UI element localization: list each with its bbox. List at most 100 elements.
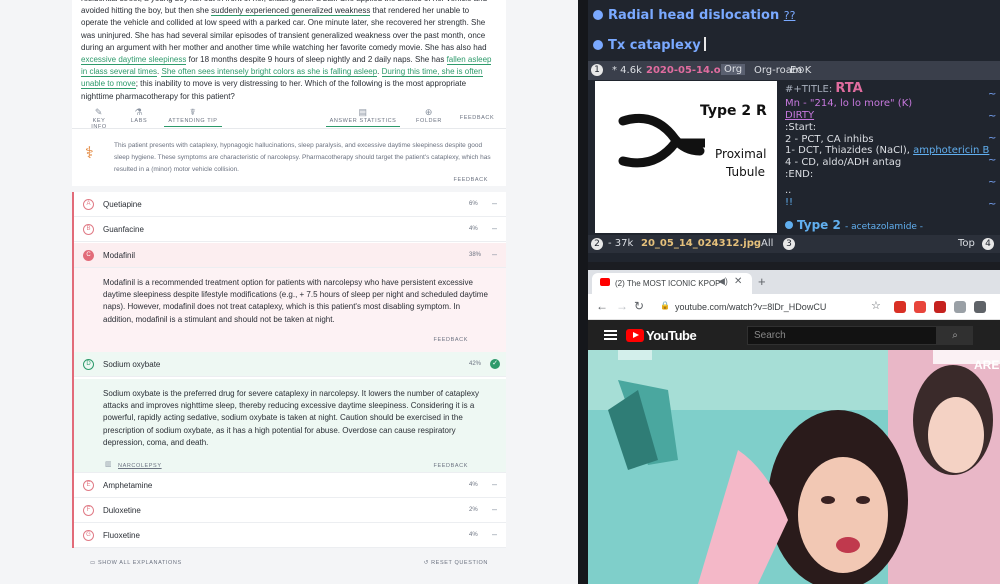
- collapse-icon[interactable]: –: [492, 223, 497, 233]
- extension-icon[interactable]: [974, 301, 986, 313]
- address-bar[interactable]: 🔒 youtube.com/watch?v=8lDr_HDowCU: [651, 298, 861, 316]
- flask-icon: ⚗: [134, 107, 144, 117]
- chat-icon: ▭: [90, 560, 98, 566]
- image-buffer: Type 2 R Proximal Tubule: [595, 81, 777, 233]
- collapse-icon[interactable]: –: [492, 529, 497, 539]
- reset-question-button[interactable]: ↺ RESET QUESTION: [424, 560, 488, 566]
- question-footer: ▭ SHOW ALL EXPLANATIONS ↺ RESET QUESTION: [72, 556, 506, 574]
- lock-icon: 🔒: [660, 301, 670, 310]
- answer-option-d[interactable]: D Sodium oxybate 42% ✓: [74, 352, 506, 377]
- fringe-tilde: ~: [988, 89, 997, 100]
- question-stem: residential street, a young boy ran out …: [81, 0, 495, 103]
- extension-icon[interactable]: [914, 301, 926, 313]
- plus-icon: ⊕: [424, 107, 434, 117]
- window-divider[interactable]: [578, 0, 588, 584]
- attending-tip-text: This patient presents with cataplexy, hy…: [114, 142, 491, 174]
- stem-segment: ; this inability to move is very distres…: [81, 79, 467, 101]
- answer-option-b[interactable]: B Guanfacine 4% –: [74, 217, 506, 242]
- org-buffer: #+TITLE: RTA Mn - "214, lo lo more" (K) …: [785, 81, 997, 234]
- collapse-icon[interactable]: –: [492, 198, 497, 208]
- emacs-window: Radial head dislocation ?? Tx cataplexy …: [588, 0, 1000, 262]
- labs-button[interactable]: ⚗ LABS: [128, 107, 150, 124]
- reload-icon[interactable]: ↻: [634, 299, 644, 313]
- explanation-feedback-link[interactable]: FEEDBACK: [434, 334, 468, 346]
- bullet-icon: [593, 40, 603, 50]
- star-icon[interactable]: ☆: [871, 299, 881, 312]
- doctor-icon: ☤: [189, 107, 197, 117]
- collapse-icon[interactable]: –: [492, 504, 497, 514]
- answer-list: A Quetiapine 6% – B Guanfacine 4% – C Mo…: [72, 192, 506, 548]
- emacs-modeline-top: 1 * 4.6k 2020-05-14.org Org Org-roam E⊛K: [588, 61, 1000, 80]
- org-heading-cataplexy[interactable]: Tx cataplexy: [593, 37, 706, 53]
- book-icon: ▥: [105, 461, 112, 468]
- stem-segment[interactable]: She often sees intensely bright colors a…: [161, 67, 378, 78]
- explanation-modafinil: Modafinil is a recommended treatment opt…: [74, 268, 506, 354]
- stem-segment[interactable]: suddenly experienced generalized weaknes…: [211, 6, 371, 17]
- caduceus-icon: ⚕: [85, 145, 94, 162]
- answer-option-e[interactable]: E Amphetamine 4% –: [74, 473, 506, 498]
- fringe-tilde: ~: [988, 199, 997, 210]
- org-line-dct: 1- DCT, Thiazides (NaCl), amphotericin B: [785, 145, 990, 156]
- menu-icon[interactable]: [604, 330, 617, 340]
- browser-toolbar: ← → ↻ 🔒 youtube.com/watch?v=8lDr_HDowCU …: [588, 294, 1000, 320]
- youtube-logo-icon[interactable]: [626, 329, 644, 342]
- qbank-panel: residential street, a young boy ran out …: [0, 0, 578, 584]
- stem-segment: for 18 months despite 9 hours of sleep n…: [186, 55, 447, 65]
- bullet-icon: [593, 10, 603, 20]
- collapse-icon[interactable]: –: [492, 479, 497, 489]
- question-card: residential street, a young boy ran out …: [72, 0, 506, 186]
- fringe-tilde: ~: [988, 111, 997, 122]
- stem-segment: .: [377, 67, 382, 77]
- youtube-search-input[interactable]: Search: [747, 326, 937, 345]
- fringe-tilde: ~: [988, 155, 997, 166]
- close-icon[interactable]: ✕: [734, 276, 742, 287]
- fringe-tilde: ~: [988, 177, 997, 188]
- text-cursor: [703, 37, 706, 51]
- stem-segment[interactable]: excessive daytime sleepiness: [81, 55, 187, 66]
- key-info-button[interactable]: ✎ KEY INFO: [84, 107, 114, 130]
- back-icon[interactable]: ←: [596, 299, 608, 313]
- tip-feedback-link[interactable]: FEEDBACK: [454, 177, 488, 183]
- attending-tip-box: ⚕ This patient presents with cataplexy, …: [72, 130, 506, 186]
- extension-icon[interactable]: [894, 301, 906, 313]
- extension-icon[interactable]: [934, 301, 946, 313]
- right-panel: Radial head dislocation ?? Tx cataplexy …: [578, 0, 1000, 584]
- show-all-explanations-button[interactable]: ▭ SHOW ALL EXPLANATIONS: [90, 560, 182, 566]
- explanation-feedback-link[interactable]: FEEDBACK: [434, 460, 468, 472]
- reset-icon: ↺: [423, 560, 432, 566]
- question-toolbar: ✎ KEY INFO ⚗ LABS ☤ ATTENDING TIP ▤ ANSWER S…: [72, 107, 506, 130]
- feedback-button[interactable]: FEEDBACK: [458, 115, 496, 121]
- youtube-header: YouTube Search ⌕: [588, 320, 1000, 350]
- emacs-modeline-bottom: 2 - 37k 20_05_14_024312.jpg All 3 Top 4: [588, 235, 1000, 253]
- folder-button[interactable]: ⊕ FOLDER: [412, 107, 446, 124]
- answer-option-a[interactable]: A Quetiapine 6% –: [74, 192, 506, 217]
- extension-icon[interactable]: [954, 301, 966, 313]
- new-tab-button[interactable]: +: [758, 274, 766, 289]
- explanation-sodium-oxybate: Sodium oxybate is the preferred drug for…: [74, 379, 506, 473]
- video-caption: ARE: [974, 358, 1000, 372]
- search-icon[interactable]: ⌕: [937, 326, 973, 345]
- youtube-favicon-icon: [600, 278, 610, 286]
- answer-option-c[interactable]: C Modafinil 38% –: [74, 243, 506, 268]
- answer-option-f[interactable]: F Duloxetine 2% –: [74, 498, 506, 523]
- fringe-tilde: ~: [988, 133, 997, 144]
- correct-check-icon: ✓: [490, 359, 500, 369]
- answer-statistics-button[interactable]: ▤ ANSWER STATISTICS: [326, 107, 400, 127]
- org-title-line: #+TITLE: RTA: [785, 81, 863, 96]
- video-frame: [588, 350, 1000, 584]
- speaker-icon[interactable]: ◀): [718, 276, 728, 287]
- org-heading-radial[interactable]: Radial head dislocation ??: [593, 8, 795, 23]
- narcolepsy-link[interactable]: NARCOLEPSY: [118, 460, 162, 472]
- bullet-icon: [785, 221, 793, 229]
- answer-option-g[interactable]: G Fluoxetine 4% –: [74, 523, 506, 548]
- tab-strip: (2) The MOST ICONIC KPOP ◀) ✕ +: [588, 270, 1000, 294]
- pencil-icon: ✎: [94, 107, 104, 117]
- video-player[interactable]: ARE: [588, 350, 1000, 584]
- attending-tip-button[interactable]: ☤ ATTENDING TIP: [164, 107, 222, 127]
- org-heading-type2[interactable]: Type 2 - acetazolamide -: [785, 219, 923, 234]
- collapse-icon[interactable]: –: [492, 249, 497, 259]
- browser-window: (2) The MOST ICONIC KPOP ◀) ✕ + ← → ↻ 🔒 …: [588, 270, 1000, 584]
- chart-icon: ▤: [358, 107, 368, 117]
- tab-youtube[interactable]: (2) The MOST ICONIC KPOP ◀) ✕: [592, 273, 752, 294]
- forward-icon[interactable]: →: [616, 299, 628, 313]
